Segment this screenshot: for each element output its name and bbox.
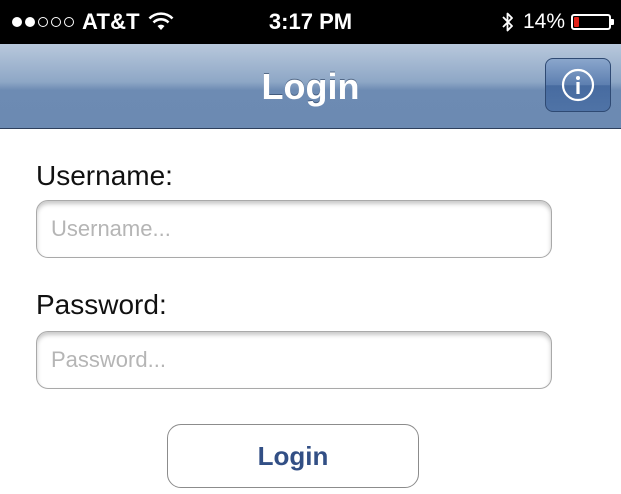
password-input[interactable] [36, 331, 552, 389]
password-label: Password: [36, 289, 167, 320]
battery-percentage: 14% [522, 10, 565, 33]
battery-icon [571, 14, 614, 30]
login-button[interactable]: Login [167, 424, 419, 488]
username-label: Username: [36, 160, 173, 191]
info-icon [561, 68, 595, 102]
username-input[interactable] [36, 200, 552, 258]
navigation-bar: Login [0, 44, 621, 129]
login-screen: AT&T 3:17 PM 14% Login Username: Usernam… [0, 0, 621, 494]
status-bar: AT&T 3:17 PM 14% [0, 0, 621, 44]
bluetooth-icon [502, 12, 513, 32]
page-title: Login [261, 66, 360, 107]
info-button[interactable] [545, 58, 611, 112]
battery-level-fill [574, 17, 579, 27]
status-right: 14% [501, 9, 614, 35]
